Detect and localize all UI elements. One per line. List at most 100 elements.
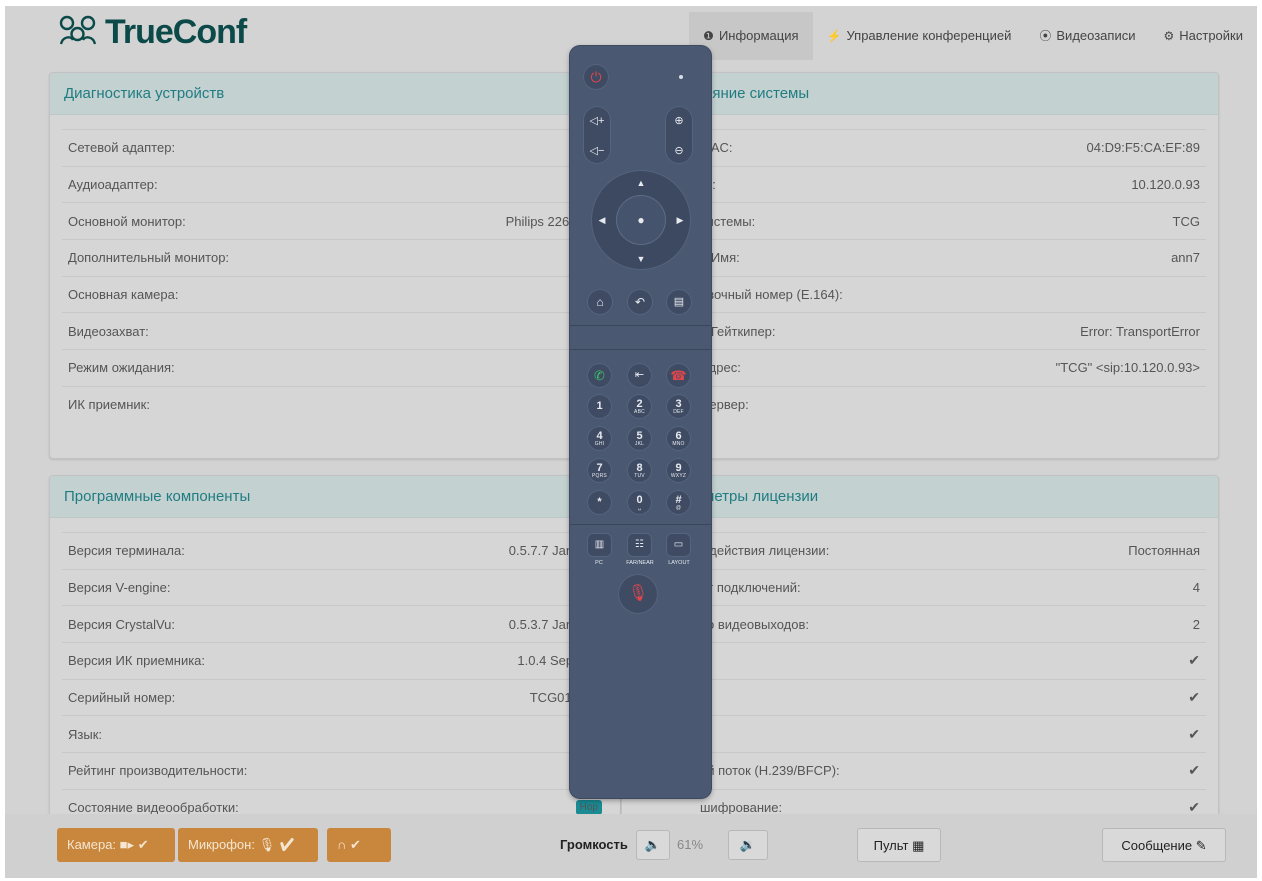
home-key[interactable]: ⌂: [587, 289, 613, 315]
arrow-left-icon: ◀: [598, 214, 606, 225]
layout-key[interactable]: ▭: [666, 533, 691, 557]
gear-icon: ⚙: [1163, 29, 1175, 43]
row-label: Режим ожидания:: [68, 360, 175, 376]
hangup-key[interactable]: ☎: [666, 363, 691, 388]
volume-up-button[interactable]: 🔉: [728, 830, 768, 860]
remote-control: ⏻ ◁+ ◁− ⊕ ⊖ ▲ ▼ ◀ ▶ ● ⌂ ↶ ▤ ✆ ⇤ ☎ 1 2 ABC 3…: [570, 46, 711, 798]
logo-people-icon: [59, 15, 97, 45]
headset-button[interactable]: ∩ ✔: [327, 828, 391, 862]
info-row: Видеозахват:: [62, 312, 608, 349]
camera-button[interactable]: Камера: ■▸ ✔: [57, 828, 175, 862]
row-value: Error: TransportError: [1080, 323, 1200, 339]
keypad-key[interactable]: 8 TUV: [627, 458, 652, 483]
dpad-down[interactable]: ▼: [627, 248, 655, 270]
row-label: Рейтинг производительности:: [68, 763, 248, 779]
key-letters: GHI: [594, 440, 605, 447]
camera-label: Камера:: [67, 837, 117, 852]
keypad-key[interactable]: 9 WXYZ: [666, 458, 691, 483]
logo-text: TrueConf: [105, 12, 247, 51]
row-value: 4: [1192, 580, 1200, 596]
keypad-key[interactable]: 5 JKL: [627, 426, 652, 451]
volume-value: 61%: [677, 837, 704, 852]
dpad-ok[interactable]: ●: [616, 195, 666, 245]
info-row: Основной монитор: Philips 226VL (H: [62, 202, 608, 239]
remote-divider: [570, 524, 711, 525]
key-letters: TUV: [634, 472, 645, 479]
key-letters: JKL: [634, 440, 645, 447]
headset-icon: ∩: [337, 837, 347, 852]
key-letters: MNO: [672, 440, 685, 447]
key-digit: 1: [596, 400, 603, 412]
row-value: Нор: [575, 800, 602, 816]
row-label: ИК приемник:: [68, 397, 150, 413]
row-label: ит подключений:: [700, 580, 801, 596]
info-icon: ❶: [703, 29, 714, 43]
keypad-key[interactable]: 3 DEF: [666, 394, 691, 419]
layout-icon: ▭: [673, 539, 684, 550]
tab-conference-control[interactable]: ⚡ Управление конференцией: [813, 12, 1026, 60]
volume-minus-icon: ◁−: [589, 144, 605, 157]
home-icon: ⌂: [596, 295, 604, 309]
remote-label: Пульт: [873, 838, 909, 853]
keypad-key[interactable]: # @: [666, 490, 691, 515]
info-row: Версия терминала: 0.5.7.7 Jan 29 2: [62, 532, 608, 569]
key-digit: 9: [675, 461, 682, 474]
keypad-key[interactable]: 0 ␣: [627, 490, 652, 515]
mute-key[interactable]: 🎙: [618, 574, 658, 614]
microphone-mute-icon: 🎙: [627, 585, 649, 602]
chart-bars-icon: ▥: [594, 539, 605, 550]
info-row: IP:10.120.0.93: [694, 165, 1206, 203]
keypad-key[interactable]: *: [587, 490, 612, 515]
dpad-left[interactable]: ◀: [591, 208, 613, 232]
tab-settings[interactable]: ⚙ Настройки: [1149, 12, 1257, 60]
info-row: ИК приемник:: [62, 385, 608, 423]
row-label: Версия терминала:: [68, 543, 185, 559]
row-label: Дополнительный монитор:: [68, 250, 230, 266]
dpad-right[interactable]: ▶: [669, 208, 691, 232]
row-label: Язык:: [68, 726, 102, 742]
keypad-key[interactable]: 4 GHI: [587, 426, 612, 451]
row-label: Версия ИК приемника:: [68, 653, 206, 669]
keypad-key[interactable]: 7 PQRS: [587, 458, 612, 483]
info-row: 3✔: [694, 678, 1206, 716]
volume-down-button[interactable]: 🔈: [636, 830, 670, 860]
volume-down-key[interactable]: ◁−: [583, 138, 611, 164]
microphone-button[interactable]: Микрофон: 🎙 ✔: [178, 828, 318, 862]
back-key[interactable]: ↶: [627, 289, 653, 315]
tab-label: Информация: [718, 28, 799, 43]
row-value: 10.120.0.93: [1131, 177, 1200, 193]
zoom-out-key[interactable]: ⊖: [665, 138, 693, 164]
bolt-icon: ⚡: [826, 29, 842, 43]
key-letters: DEF: [673, 408, 684, 415]
key-letters: WXYZ: [670, 472, 687, 479]
backspace-key[interactable]: ⇤: [627, 363, 652, 388]
key-digit: 3: [675, 397, 682, 410]
volume-up-key[interactable]: ◁+: [583, 108, 611, 134]
led-indicator: [679, 75, 683, 79]
power-button[interactable]: ⏻: [583, 64, 609, 90]
info-row: Адрес: "TCG" <sip:10.120.0.93>: [694, 349, 1206, 386]
record-icon: ⦿: [1039, 29, 1052, 43]
farnear-key[interactable]: ☷: [627, 533, 652, 557]
zoom-in-key[interactable]: ⊕: [665, 108, 693, 134]
menu-icon: ▤: [673, 295, 685, 308]
keypad-key[interactable]: 1: [587, 394, 612, 419]
message-button[interactable]: Сообщение ✎: [1102, 828, 1226, 862]
remote-button[interactable]: Пульт ▦: [857, 828, 941, 862]
tab-recordings[interactable]: ⦿ Видеозаписи: [1025, 12, 1149, 60]
call-key[interactable]: ✆: [587, 363, 612, 388]
check-icon: ✔: [137, 837, 149, 852]
row-value: 04:D9:F5:CA:EF:89: [1086, 140, 1200, 156]
panel-title: метры лицензии: [622, 476, 1218, 518]
pc-key[interactable]: ▥: [587, 533, 612, 557]
pencil-icon: ✎: [1195, 838, 1207, 853]
dpad-up[interactable]: ▲: [627, 172, 655, 194]
key-letters: PQRS: [592, 472, 607, 479]
arrow-right-icon: ▶: [676, 214, 684, 225]
arrow-up-icon: ▲: [636, 177, 646, 188]
keypad-key[interactable]: 2 ABC: [627, 394, 652, 419]
row-label: Версия V-engine:: [68, 580, 171, 596]
row-label: к действия лицензии:: [700, 543, 830, 559]
keypad-key[interactable]: 6 MNO: [666, 426, 691, 451]
menu-key[interactable]: ▤: [666, 289, 692, 315]
